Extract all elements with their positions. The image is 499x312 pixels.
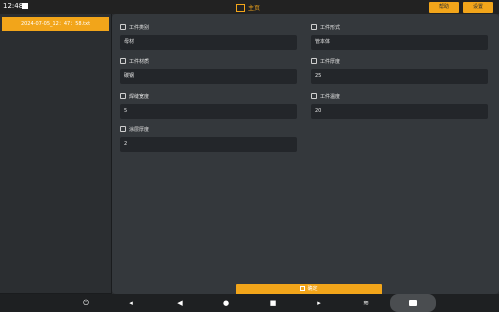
- ruler-icon: [311, 58, 317, 64]
- wifi-icon: [120, 58, 126, 64]
- field-label: 工件类别: [129, 24, 150, 31]
- hand-icon: [300, 286, 306, 291]
- field-temperature: 工件温度 20: [311, 92, 488, 119]
- camera-icon: [409, 300, 417, 306]
- expand-icon[interactable]: ≋: [361, 298, 371, 308]
- system-nav-bar: ⏻ ◂ ◀ ● ■ ▸ ≋: [0, 294, 499, 312]
- field-label: 工件厚度: [320, 58, 341, 65]
- field-workpiece-form: 工件形式 管本体: [311, 23, 488, 50]
- field-label: 涂层厚度: [129, 126, 150, 133]
- home-icon[interactable]: ●: [221, 298, 231, 308]
- form-panel: 工件类别 母材 工件形式 管本体 工件材质 碳钢 工件厚度 25 焊缝宽度 5 …: [112, 14, 499, 294]
- power-icon[interactable]: ⏻: [81, 298, 91, 308]
- field-weld-width: 焊缝宽度 5: [120, 92, 297, 119]
- camera-button[interactable]: [390, 294, 436, 312]
- help-button[interactable]: 帮助: [429, 2, 459, 13]
- workpiece-form-select[interactable]: 管本体: [311, 35, 488, 50]
- layers-icon: [120, 126, 126, 132]
- grid-icon: [311, 24, 317, 30]
- sidebar-item-file[interactable]: 2024-07-05_12：47：58.txt: [2, 17, 109, 31]
- thermometer-icon: [311, 93, 317, 99]
- home-title[interactable]: 主页: [236, 3, 260, 12]
- field-workpiece-type: 工件类别 母材: [120, 23, 297, 50]
- monitor-icon: [236, 3, 245, 12]
- box-icon: [120, 93, 126, 99]
- back-icon[interactable]: ◀: [175, 298, 185, 308]
- material-select[interactable]: 碳钢: [120, 69, 297, 84]
- grid-icon: [120, 24, 126, 30]
- field-label: 焊缝宽度: [129, 93, 150, 100]
- weld-width-input[interactable]: 5: [120, 104, 297, 119]
- coating-thickness-input[interactable]: 2: [120, 137, 297, 152]
- field-coating-thickness: 涂层厚度 2: [120, 125, 297, 152]
- field-label: 工件材质: [129, 58, 150, 65]
- field-label: 工件形式: [320, 24, 341, 31]
- field-label: 工件温度: [320, 93, 341, 100]
- volume-down-icon[interactable]: ◂: [126, 298, 136, 308]
- volume-up-icon[interactable]: ▸: [314, 298, 324, 308]
- confirm-label: 确定: [307, 286, 318, 292]
- workpiece-type-select[interactable]: 母材: [120, 35, 297, 50]
- settings-button[interactable]: 设置: [463, 2, 493, 13]
- page-title: 主页: [248, 5, 261, 12]
- field-material: 工件材质 碳钢: [120, 57, 297, 84]
- recent-apps-icon[interactable]: ■: [268, 298, 278, 308]
- app-header: 主页 帮助 设置: [0, 0, 499, 14]
- thickness-input[interactable]: 25: [311, 69, 488, 84]
- sidebar: 2024-07-05_12：47：58.txt: [0, 14, 112, 294]
- temperature-input[interactable]: 20: [311, 104, 488, 119]
- field-thickness: 工件厚度 25: [311, 57, 488, 84]
